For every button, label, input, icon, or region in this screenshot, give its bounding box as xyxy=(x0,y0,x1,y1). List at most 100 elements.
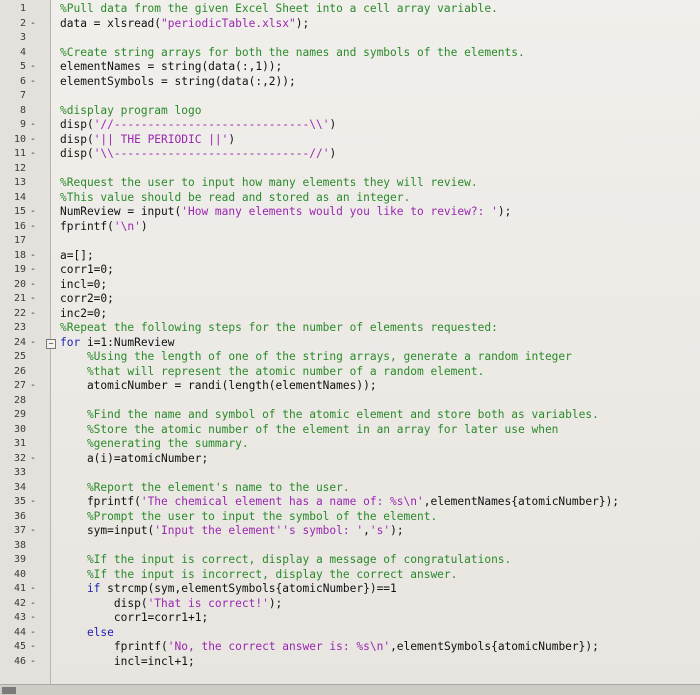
breakpoint-marker[interactable]: - xyxy=(28,597,38,612)
code-line[interactable]: 14 %This value should be read and stored … xyxy=(0,191,700,206)
breakpoint-marker[interactable]: - xyxy=(28,524,38,539)
line-number: 14 xyxy=(13,191,26,203)
code-string: 'Input the element''s symbol: ' xyxy=(154,524,364,537)
breakpoint-marker[interactable]: - xyxy=(28,263,38,278)
code-line[interactable]: 20- incl=0; xyxy=(0,278,700,293)
code-line[interactable]: 16- fprintf('\n') xyxy=(0,220,700,235)
code-line[interactable]: 28 xyxy=(0,394,700,409)
line-number: 20 xyxy=(13,278,26,290)
breakpoint-marker[interactable]: - xyxy=(28,336,38,351)
line-number: 23 xyxy=(13,322,26,333)
code-line[interactable]: 31 %generating the summary. xyxy=(0,437,700,452)
code-line[interactable]: 4 %Create string arrays for both the name… xyxy=(0,46,700,61)
code-line[interactable]: 18- a=[]; xyxy=(0,249,700,264)
breakpoint-marker[interactable]: - xyxy=(28,452,38,467)
code-line[interactable]: 3 xyxy=(0,31,700,46)
code-comment: %Pull data from the given Excel Sheet in… xyxy=(60,2,498,15)
code-line[interactable]: 13 %Request the user to input how many el… xyxy=(0,176,700,191)
breakpoint-marker[interactable]: - xyxy=(28,147,38,162)
fold-toggle-icon[interactable]: − xyxy=(46,338,56,349)
code-line[interactable]: 41- if strcmp(sym,elementSymbols{atomicN… xyxy=(0,582,700,597)
code-lines: 1 %Pull data from the given Excel Sheet i… xyxy=(0,2,700,669)
code-line[interactable]: 26 %that will represent the atomic numbe… xyxy=(0,365,700,380)
code-line[interactable]: 6- elementSymbols = string(data(:,2)); xyxy=(0,75,700,90)
code-text: corr2=0; xyxy=(60,292,114,307)
line-number: 22 xyxy=(13,307,26,319)
code-comment: %that will represent the atomic number o… xyxy=(60,364,485,378)
code-token: strcmp(sym,elementSymbols{atomicNumber})… xyxy=(100,582,397,595)
code-string: 'That is correct!' xyxy=(147,596,269,610)
code-line[interactable]: 40 %If the input is incorrect, display t… xyxy=(0,568,700,583)
code-line[interactable]: 29 %Find the name and symbol of the atom… xyxy=(0,408,700,423)
code-editor[interactable]: 1 %Pull data from the given Excel Sheet i… xyxy=(0,0,700,695)
line-number: 21 xyxy=(13,293,26,304)
code-line[interactable]: 8 %display program logo xyxy=(0,104,700,119)
code-line[interactable]: 33 xyxy=(0,466,700,481)
code-line[interactable]: 7 xyxy=(0,89,700,104)
code-line[interactable]: 12 xyxy=(0,162,700,177)
code-line[interactable]: 9- disp('//-----------------------------\… xyxy=(0,118,700,133)
code-line[interactable]: 17 xyxy=(0,234,700,249)
breakpoint-marker[interactable]: - xyxy=(28,640,38,655)
code-line[interactable]: 1 %Pull data from the given Excel Sheet i… xyxy=(0,2,700,17)
code-text: %generating the summary. xyxy=(60,437,249,452)
code-comment: %This value should be read and stored as… xyxy=(60,190,411,204)
code-text: disp('//-----------------------------\\'… xyxy=(60,118,336,133)
code-line[interactable]: 44- else xyxy=(0,626,700,641)
breakpoint-marker[interactable]: - xyxy=(28,307,38,322)
line-number: 39 xyxy=(13,554,26,565)
line-number: 36 xyxy=(13,510,26,522)
code-line[interactable]: 45- fprintf('No, the correct answer is: … xyxy=(0,640,700,655)
breakpoint-marker[interactable]: - xyxy=(28,249,38,264)
code-line[interactable]: 35- fprintf('The chemical element has a … xyxy=(0,495,700,510)
breakpoint-marker[interactable]: - xyxy=(28,75,38,90)
code-line[interactable]: 2- data = xlsread("periodicTable.xlsx"); xyxy=(0,17,700,32)
breakpoint-marker[interactable]: - xyxy=(28,17,38,32)
code-line[interactable]: 21- corr2=0; xyxy=(0,292,700,307)
code-line[interactable]: 15- NumReview = input('How many elements … xyxy=(0,205,700,220)
code-line[interactable]: 24- − for i=1:NumReview xyxy=(0,336,700,351)
line-number: 45 xyxy=(13,641,26,652)
breakpoint-marker[interactable]: - xyxy=(28,655,38,670)
code-line[interactable]: 27- atomicNumber = randi(length(elementN… xyxy=(0,379,700,394)
code-line[interactable]: 25 %Using the length of one of the strin… xyxy=(0,350,700,365)
code-line[interactable]: 23 %Repeat the following steps for the nu… xyxy=(0,321,700,336)
line-number: 38 xyxy=(13,539,26,551)
code-line[interactable]: 10- disp('|| THE PERIODIC ||') xyxy=(0,133,700,148)
breakpoint-marker[interactable]: - xyxy=(28,278,38,293)
code-line[interactable]: 46- incl=incl+1; xyxy=(0,655,700,670)
breakpoint-marker[interactable]: - xyxy=(28,292,38,307)
breakpoint-marker[interactable]: - xyxy=(28,379,38,394)
breakpoint-marker[interactable]: - xyxy=(28,118,38,133)
code-line[interactable]: 39 %If the input is correct, display a m… xyxy=(0,553,700,568)
breakpoint-marker[interactable]: - xyxy=(28,220,38,235)
line-number: 35 xyxy=(13,496,26,507)
code-line[interactable]: 11- disp('\\-----------------------------… xyxy=(0,147,700,162)
breakpoint-marker[interactable]: - xyxy=(28,133,38,148)
code-line[interactable]: 38 xyxy=(0,539,700,554)
breakpoint-marker[interactable]: - xyxy=(28,60,38,75)
code-line[interactable]: 19- corr1=0; xyxy=(0,263,700,278)
code-line[interactable]: 42- disp('That is correct!'); xyxy=(0,597,700,612)
code-line[interactable]: 30 %Store the atomic number of the eleme… xyxy=(0,423,700,438)
line-number: 10 xyxy=(13,133,26,145)
code-token: ); xyxy=(497,205,512,218)
code-line[interactable]: 34 %Report the element's name to the use… xyxy=(0,481,700,496)
code-line[interactable]: 43- corr1=corr1+1; xyxy=(0,611,700,626)
code-text: elementNames = string(data(:,1)); xyxy=(60,60,282,75)
code-comment: %Repeat the following steps for the numb… xyxy=(60,321,498,334)
breakpoint-marker[interactable]: - xyxy=(28,205,38,220)
breakpoint-marker[interactable]: - xyxy=(28,611,38,626)
code-line[interactable]: 22- inc2=0; xyxy=(0,307,700,322)
status-indicator xyxy=(2,687,16,694)
code-token: ,elementNames{atomicNumber}); xyxy=(423,495,620,508)
breakpoint-marker[interactable]: - xyxy=(28,582,38,597)
code-line[interactable]: 36 %Prompt the user to input the symbol … xyxy=(0,510,700,525)
breakpoint-marker[interactable]: - xyxy=(28,626,38,641)
code-line[interactable]: 32- a(i)=atomicNumber; xyxy=(0,452,700,467)
code-text: corr1=0; xyxy=(60,263,114,278)
code-line[interactable]: 37- sym=input('Input the element''s symb… xyxy=(0,524,700,539)
code-line[interactable]: 5- elementNames = string(data(:,1)); xyxy=(0,60,700,75)
code-text: %If the input is correct, display a mess… xyxy=(60,553,511,568)
breakpoint-marker[interactable]: - xyxy=(28,495,38,510)
